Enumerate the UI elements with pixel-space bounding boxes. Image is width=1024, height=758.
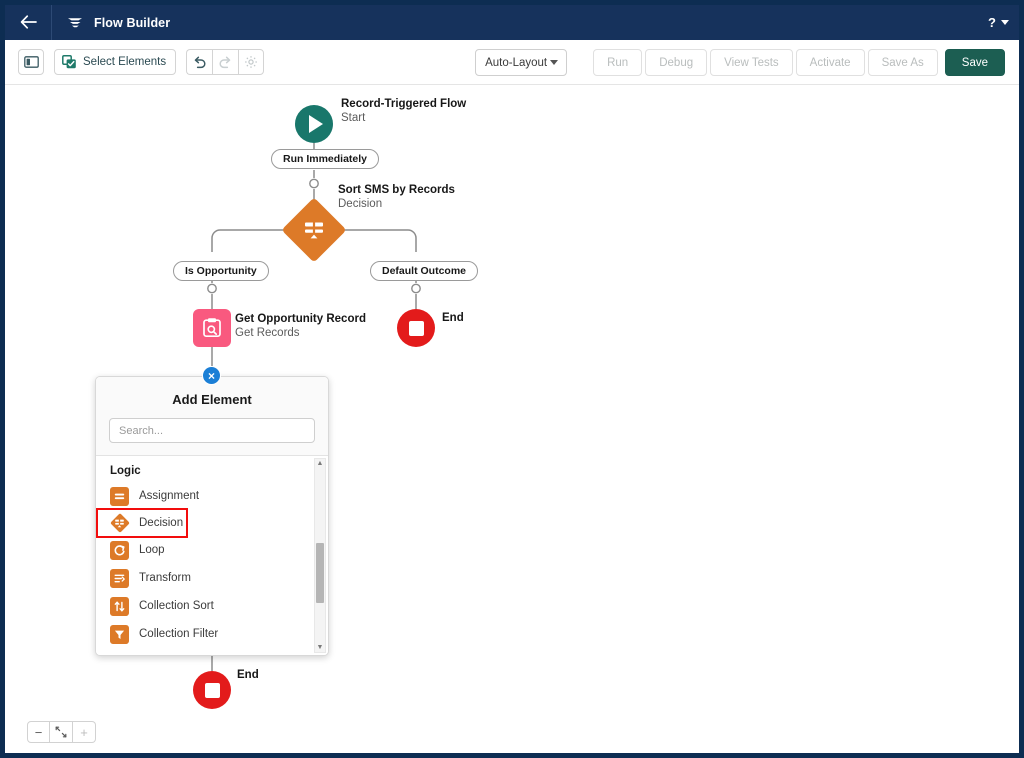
debug-button[interactable]: Debug (645, 49, 708, 76)
select-elements-button[interactable]: Select Elements (54, 49, 177, 75)
select-elements-icon (62, 55, 76, 69)
flow-logo-icon (66, 14, 84, 32)
arrow-left-icon (20, 15, 37, 29)
element-item-collection-sort[interactable]: Collection Sort (96, 592, 328, 620)
action-button-group: Run Debug View Tests Activate Save As Sa… (593, 49, 1005, 76)
get-records-node-title: Get Opportunity Record (235, 313, 366, 325)
element-label: Decision (139, 517, 184, 529)
decision-node-title: Sort SMS by Records (338, 184, 455, 196)
layout-mode-select[interactable]: Auto-Layout (475, 49, 568, 76)
end-bottom-label: End (237, 668, 259, 682)
element-list-scrollbar[interactable]: ▲ ▼ (314, 458, 326, 653)
redo-button[interactable] (212, 49, 239, 75)
view-tests-button[interactable]: View Tests (710, 49, 793, 76)
flow-canvas[interactable]: Record-Triggered Flow Start Run Immediat… (5, 85, 1019, 753)
flow-node-end-bottom[interactable] (193, 671, 231, 709)
start-node-subtitle: Start (341, 112, 366, 125)
fit-to-view-icon (55, 726, 67, 738)
header-divider (51, 5, 52, 40)
help-menu-button[interactable]: ? (988, 5, 1009, 40)
end-right-title: End (442, 312, 464, 324)
decision-diamond-icon (291, 207, 337, 253)
connector-label-default-outcome[interactable]: Default Outcome (370, 261, 479, 281)
add-element-toggle-button[interactable]: × (202, 366, 221, 385)
add-element-popup-header: Add Element (96, 377, 328, 456)
collection-sort-icon (110, 596, 129, 616)
start-node-title: Record-Triggered Flow (341, 98, 467, 110)
left-panel-toggle-icon (23, 56, 39, 68)
save-as-button[interactable]: Save As (867, 49, 938, 76)
activate-button[interactable]: Activate (795, 49, 865, 76)
main-toolbar: Select Elements Auto-Layout Run Debug Vi… (5, 40, 1019, 85)
element-item-collection-filter[interactable]: Collection Filter (96, 620, 328, 648)
chevron-down-icon (550, 60, 559, 65)
start-node-label: Record-Triggered Flow Start (341, 97, 466, 126)
element-list: Assignment Decision Loop Transform Colle… (96, 482, 328, 652)
select-elements-label: Select Elements (83, 56, 167, 68)
connector-label-is-opportunity[interactable]: Is Opportunity (173, 261, 269, 281)
save-button[interactable]: Save (944, 49, 1005, 76)
decision-node-subtitle: Decision (338, 198, 383, 211)
element-item-assignment[interactable]: Assignment (96, 482, 328, 510)
question-mark-icon: ? (988, 15, 996, 30)
element-item-transform[interactable]: Transform (96, 564, 328, 592)
left-panel-toggle-button[interactable] (18, 49, 44, 75)
fit-to-view-button[interactable] (50, 721, 73, 743)
end-bottom-title: End (237, 669, 259, 681)
gear-icon (245, 56, 258, 68)
layout-mode-value: Auto-Layout (485, 56, 548, 69)
add-element-popup-body: Logic Assignment Decision Loop Transform… (96, 456, 328, 655)
scroll-down-arrow-icon[interactable]: ▼ (317, 643, 324, 652)
get-records-node-subtitle: Get Records (235, 327, 300, 340)
add-element-popup-title: Add Element (172, 392, 252, 407)
element-label: Collection Sort (139, 600, 214, 612)
run-button[interactable]: Run (593, 49, 643, 76)
end-right-label: End (442, 311, 464, 325)
element-label: Transform (139, 572, 191, 584)
assignment-icon (110, 486, 129, 506)
redo-icon (219, 56, 231, 68)
decision-icon (110, 514, 129, 533)
chevron-down-icon (1001, 20, 1009, 25)
app-header: Flow Builder ? (5, 5, 1019, 40)
undo-icon (194, 56, 206, 68)
zoom-controls: − + (27, 721, 96, 743)
flow-builder-app: Flow Builder ? Select Elements Auto-Layo… (5, 5, 1019, 753)
page-title: Flow Builder (94, 15, 171, 30)
flow-node-get-records[interactable] (193, 309, 231, 347)
flow-settings-button[interactable] (238, 49, 265, 75)
get-records-icon (203, 318, 221, 338)
add-element-popup: Add Element Logic Assignment (95, 376, 329, 656)
scroll-up-arrow-icon[interactable]: ▲ (317, 459, 324, 468)
end-stop-icon (408, 320, 424, 336)
loop-icon (110, 540, 129, 560)
back-button[interactable] (5, 5, 51, 40)
element-label: Loop (139, 544, 165, 556)
undo-button[interactable] (186, 49, 213, 75)
add-element-search-input[interactable] (109, 418, 315, 443)
play-icon (309, 115, 323, 133)
element-item-decision[interactable]: Decision (96, 508, 188, 538)
get-records-node-label: Get Opportunity Record Get Records (235, 312, 366, 341)
zoom-out-button[interactable]: − (27, 721, 50, 743)
undo-redo-group (186, 49, 265, 75)
connector-label-run-immediately[interactable]: Run Immediately (271, 149, 380, 169)
flow-node-end-right[interactable] (397, 309, 435, 347)
element-item-loop[interactable]: Loop (96, 536, 328, 564)
element-label: Assignment (139, 490, 200, 502)
flow-node-start[interactable] (295, 105, 333, 143)
collection-filter-icon (110, 624, 129, 644)
decision-node-label: Sort SMS by Records Decision (338, 183, 455, 212)
end-stop-icon (204, 682, 220, 698)
section-label-logic: Logic (110, 465, 141, 477)
transform-icon (110, 568, 129, 588)
zoom-in-button[interactable]: + (73, 721, 96, 743)
scrollbar-thumb[interactable] (316, 543, 324, 603)
element-label: Collection Filter (139, 628, 219, 640)
